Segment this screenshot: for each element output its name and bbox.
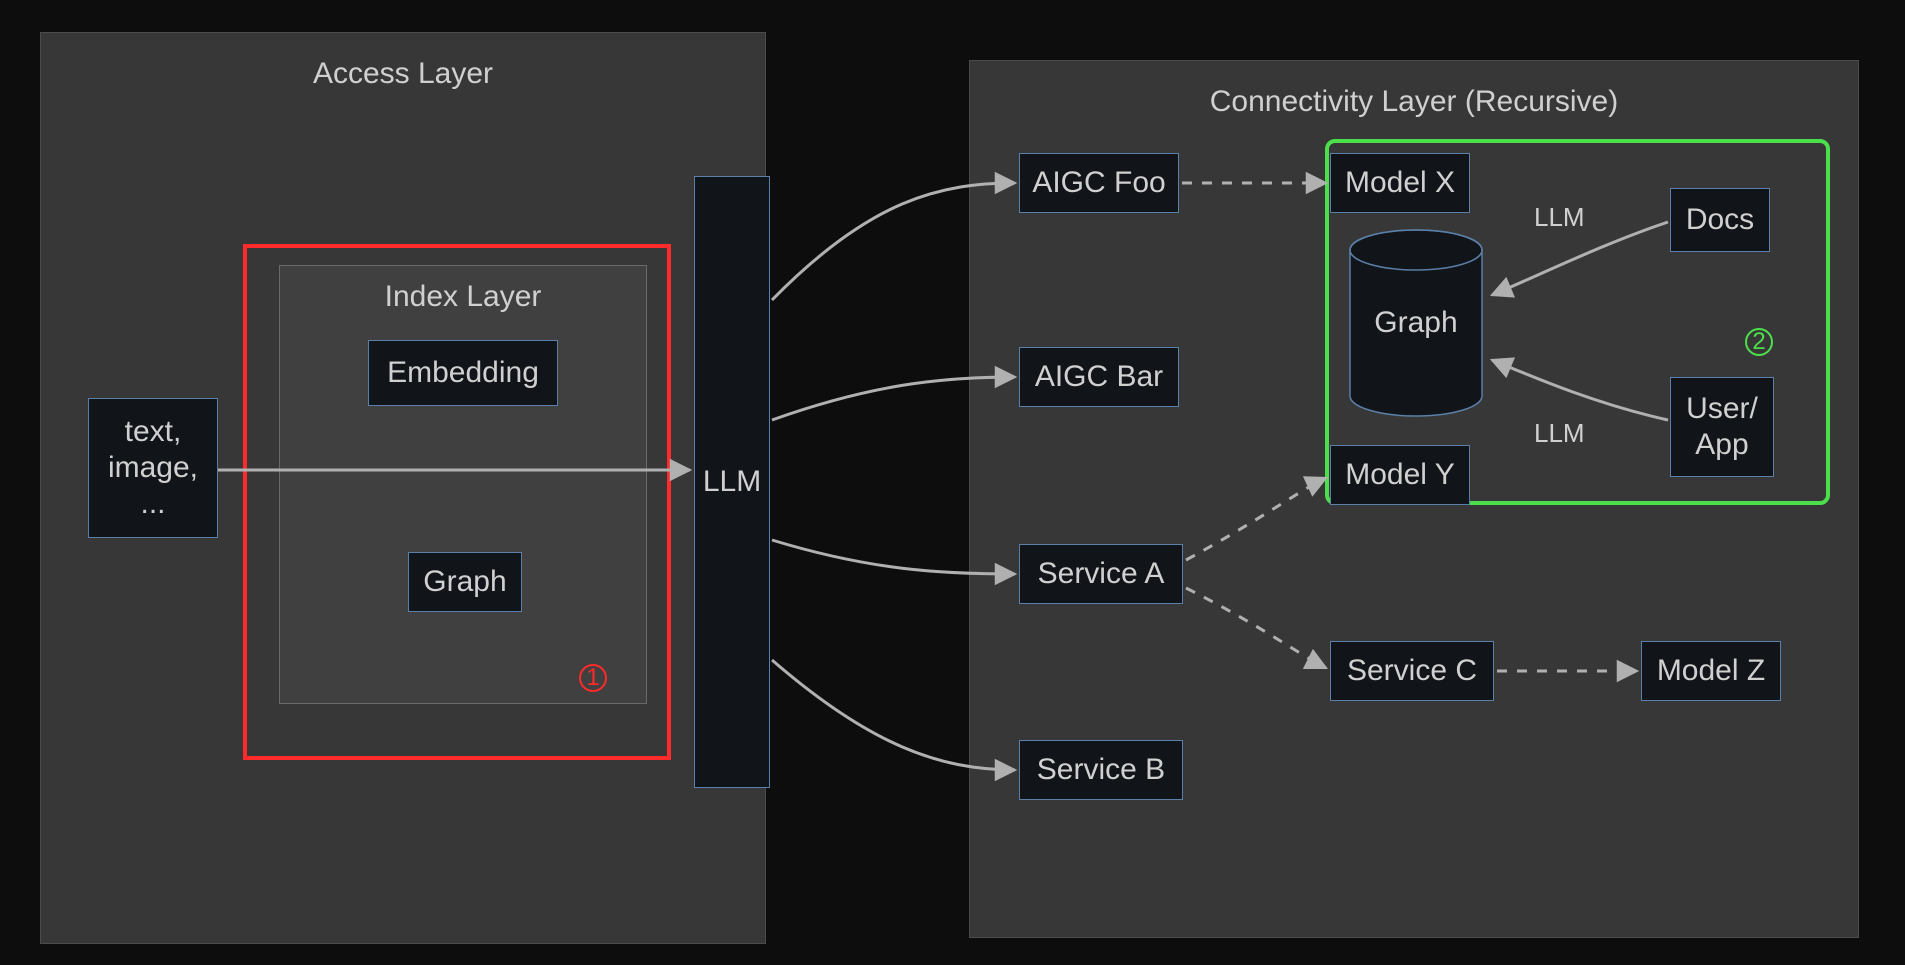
user-app-node: User/ App [1670,377,1774,477]
model-x-node: Model X [1330,153,1470,213]
service-b-node: Service B [1019,740,1183,800]
edge-label-llm-user: LLM [1528,418,1591,449]
graph-db: Graph [1346,228,1486,418]
aigc-bar-node: AIGC Bar [1019,347,1179,407]
index-graph-node: Graph [408,552,522,612]
input-node: text, image, ... [88,398,218,538]
highlight-red-box [243,244,671,760]
access-layer-title: Access Layer [41,57,765,91]
edge-label-llm-docs: LLM [1528,202,1591,233]
docs-node: Docs [1670,188,1770,252]
model-z-node: Model Z [1641,641,1781,701]
graph-db-label: Graph [1374,306,1457,340]
highlight-badge-1: 1 [579,664,607,692]
service-c-node: Service C [1330,641,1494,701]
llm-node: LLM [694,176,770,788]
aigc-foo-node: AIGC Foo [1019,153,1179,213]
highlight-badge-2: 2 [1745,328,1773,356]
diagram-canvas: Access Layer Connectivity Layer (Recursi… [0,0,1905,965]
model-y-node: Model Y [1330,445,1470,505]
service-a-node: Service A [1019,544,1183,604]
connectivity-layer-title: Connectivity Layer (Recursive) [970,85,1858,119]
embedding-node: Embedding [368,340,558,406]
